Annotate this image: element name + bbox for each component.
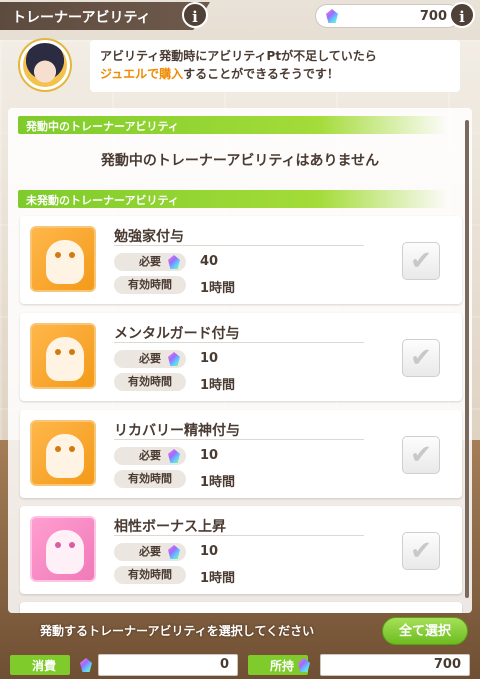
consume-value: 0 [98,654,238,676]
jewel-icon [324,8,340,24]
hint-highlight: ジュエルで購入 [100,67,184,81]
cost-value: 40 [200,254,219,269]
jewel-counter: 700 [315,4,460,28]
duration-label: 有効時間 [114,566,186,584]
recovery-spirit-icon [30,420,96,486]
ability-name: 相性ボーナス上昇 [114,519,226,535]
study-ability-icon [30,226,96,292]
duration-label: 有効時間 [114,276,186,294]
ability-card[interactable]: リカバリー精神付与 必要 10 有効時間 1時間 ✔ [20,410,462,498]
jewel-info-button[interactable]: i [449,2,475,28]
hint-line-1: アビリティ発動時にアビリティPtが不足していたら [100,49,377,63]
active-section-header: 発動中のトレーナーアビリティ [18,116,448,134]
jewel-icon [166,544,182,560]
duration-value: 1時間 [200,475,236,490]
title-info-button[interactable]: i [182,2,208,28]
jewel-icon [166,448,182,464]
duration-label: 有効時間 [114,373,186,391]
ability-card[interactable]: 勉強家付与 必要 40 有効時間 1時間 ✔ [20,216,462,304]
active-empty-message: 発動中のトレーナーアビリティはありません [100,153,380,169]
select-all-button[interactable]: 全て選択 [382,617,468,645]
jewel-count: 700 [419,9,447,24]
ability-card[interactable]: メンタルガード付与 必要 10 有効時間 1時間 ✔ [20,313,462,401]
jewel-icon [166,254,182,270]
hint-message: アビリティ発動時にアビリティPtが不足していたら ジュエルで購入することができる… [90,40,460,92]
jewel-icon [78,657,94,673]
consume-label: 消費 [10,655,70,675]
panel-scrollbar[interactable] [465,120,469,598]
jewel-icon [166,351,182,367]
ability-name: リカバリー精神付与 [114,423,240,439]
footer-instruction: 発動するトレーナーアビリティを選択してください [40,624,315,638]
top-bar: トレーナーアビリティ i 700 i [0,0,480,32]
duration-value: 1時間 [200,281,236,296]
duration-value: 1時間 [200,378,236,393]
ability-panel: 発動中のトレーナーアビリティ 発動中のトレーナーアビリティはありません 未発動の… [8,108,472,613]
ability-checkbox[interactable]: ✔ [402,436,440,474]
consume-label-text: 消費 [32,659,57,673]
ability-checkbox[interactable]: ✔ [402,242,440,280]
duration-label: 有効時間 [114,470,186,488]
owned-value: 700 [320,654,470,676]
hint-rest: することができるそうです！ [183,67,339,81]
ability-card[interactable]: 相性ボーナス上昇 必要 10 有効時間 1時間 ✔ [20,506,462,594]
ability-checkbox[interactable]: ✔ [402,532,440,570]
trainer-avatar [20,40,70,90]
hint-line-2: ジュエルで購入することができるそうです！ [100,65,450,83]
mental-guard-icon [30,323,96,389]
ability-name: 勉強家付与 [114,229,184,245]
ability-card-partial[interactable] [20,602,462,613]
owned-label-text: 所持 [270,659,295,673]
inactive-section-header: 未発動のトレーナーアビリティ [18,190,448,208]
cost-value: 10 [200,448,219,463]
cost-value: 10 [200,544,219,559]
ability-name: メンタルガード付与 [114,326,240,342]
affinity-bonus-icon [30,516,96,582]
jewel-icon [296,657,312,673]
cost-value: 10 [200,351,219,366]
duration-value: 1時間 [200,571,236,586]
page-title: トレーナーアビリティ [0,2,210,30]
ability-checkbox[interactable]: ✔ [402,339,440,377]
